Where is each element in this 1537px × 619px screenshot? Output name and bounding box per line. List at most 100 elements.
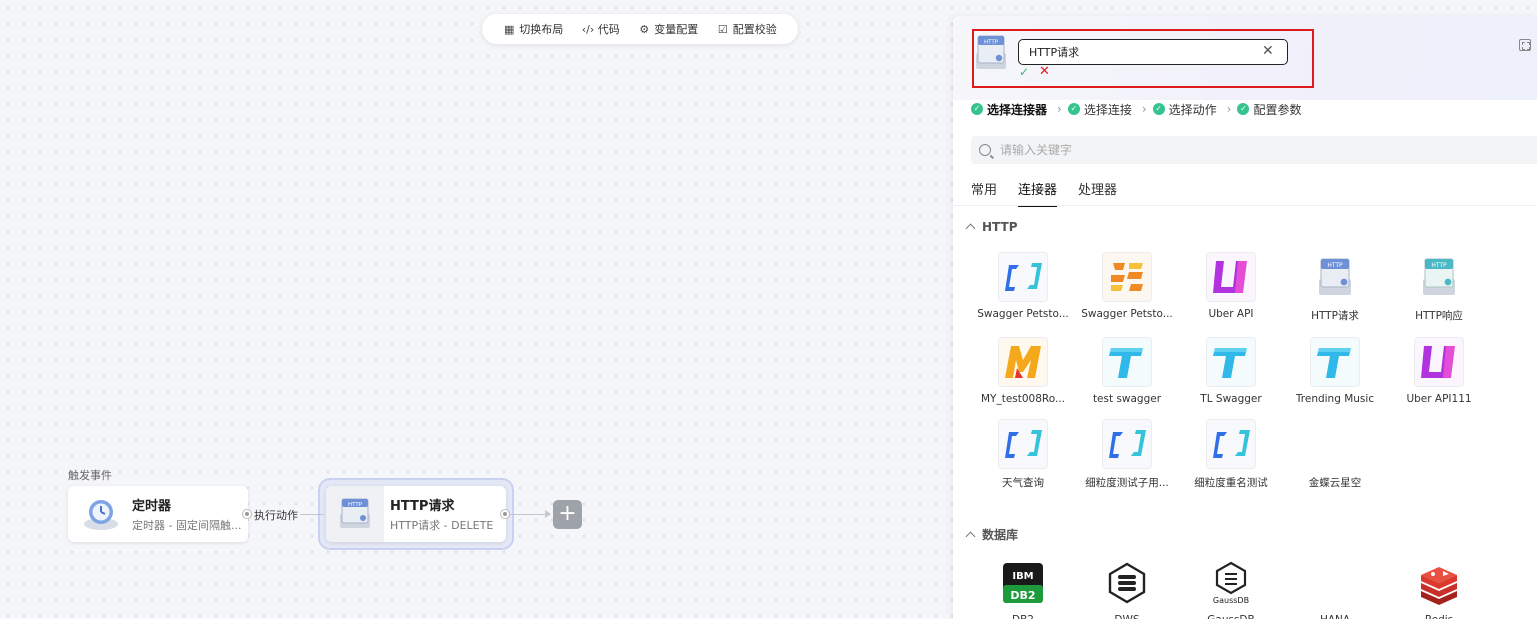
connector-name: MY_test008Ro...: [980, 393, 1065, 405]
canvas-toolbar: ▦ 切换布局 ‹/› 代码 ⚙ 变量配置 ☑ 配置校验: [482, 14, 798, 44]
redis-icon-logo-icon: [1414, 558, 1464, 608]
http-output-port[interactable]: [501, 510, 509, 518]
add-node-button[interactable]: +: [553, 500, 582, 529]
step-check-icon: ✓: [1152, 103, 1165, 115]
connector-name: Uber API111: [1406, 393, 1472, 405]
bracket-blue-logo-icon: [998, 419, 1048, 469]
connector-item[interactable]: Redis: [1387, 558, 1491, 619]
connector-item[interactable]: Uber API: [1179, 252, 1283, 323]
connector-name: Trending Music: [1295, 393, 1375, 405]
step-select-action[interactable]: ✓ 选择动作: [1152, 101, 1217, 118]
connector-item[interactable]: DWS: [1075, 558, 1179, 619]
t-cyan-logo-icon: [1310, 337, 1360, 387]
svg-text:HTTP: HTTP: [1327, 262, 1343, 269]
http-node-icon-text: HTTP: [348, 502, 363, 508]
timer-node[interactable]: 定时器 定时器 - 固定间隔触...: [68, 486, 248, 542]
tab-common[interactable]: 常用: [971, 179, 997, 207]
search-input[interactable]: [1000, 143, 1500, 157]
step-label: 选择动作: [1168, 102, 1217, 117]
timer-node-title: 定时器: [132, 499, 172, 514]
connector-name: TL Swagger: [1200, 393, 1262, 405]
config-validate-button[interactable]: ☑ 配置校验: [717, 21, 777, 37]
svg-text:DB2: DB2: [1010, 589, 1035, 602]
chevron-up-icon: [965, 531, 976, 541]
connector-item[interactable]: HTTP HTTP请求: [1283, 252, 1387, 323]
svg-text:HTTP: HTTP: [1431, 262, 1447, 269]
connector-item[interactable]: 细粒度测试子用...: [1075, 419, 1179, 490]
connector-item[interactable]: Swagger Petsto...: [971, 252, 1075, 323]
tabs-divider: [953, 205, 1537, 206]
highlight-box: [972, 29, 1314, 88]
connector-item[interactable]: IBM DB2 DB2: [971, 558, 1075, 619]
http-request-node[interactable]: HTTP HTTP请求 HTTP请求 - DELETE: [326, 486, 506, 542]
step-check-icon: ✓: [971, 103, 983, 115]
code-label: 代码: [597, 23, 620, 36]
switch-layout-button[interactable]: ▦ 切换布局: [503, 21, 563, 37]
step-label: 选择连接: [1083, 102, 1132, 117]
connector-name: 天气查询: [1002, 477, 1044, 489]
connector-name: Swagger Petsto...: [977, 308, 1069, 320]
connector-name: DB2: [1012, 614, 1034, 619]
connector-name: 金蝶云星空: [1308, 477, 1362, 489]
http-node-icon: HTTP: [326, 486, 384, 542]
layout-icon: ▦: [504, 22, 515, 36]
section-database-header[interactable]: 数据库: [965, 526, 1019, 543]
dws-icon-logo-icon: [1102, 558, 1152, 608]
code-icon: ‹/›: [581, 22, 595, 36]
search-icon: [979, 144, 991, 156]
step-select-connection[interactable]: ✓ 选择连接: [1067, 101, 1132, 118]
connector-item[interactable]: GaussDB GaussDB: [1179, 558, 1283, 619]
connector-name: 细粒度测试子用...: [1085, 477, 1169, 489]
connector-name: HTTP请求: [1311, 310, 1359, 322]
code-button[interactable]: ‹/› 代码: [582, 21, 620, 37]
timer-output-port[interactable]: [243, 510, 251, 518]
config-validate-label: 配置校验: [732, 23, 777, 36]
connector-item[interactable]: HTTP HTTP响应: [1387, 252, 1491, 323]
edge-arrow: [545, 510, 551, 518]
u-purple-logo-icon: [1414, 337, 1464, 387]
connector-item[interactable]: HANA: [1283, 558, 1387, 619]
step-check-icon: ✓: [1237, 103, 1250, 115]
tab-connectors[interactable]: 连接器: [1018, 179, 1058, 207]
expand-icon[interactable]: [1519, 39, 1531, 51]
connector-item[interactable]: Trending Music: [1283, 337, 1387, 405]
tab-processors[interactable]: 处理器: [1078, 179, 1117, 207]
step-select-connector[interactable]: ✓ 选择连接器: [971, 101, 1047, 118]
variable-config-button[interactable]: ⚙ 变量配置: [638, 21, 698, 37]
connector-name: DWS: [1114, 614, 1139, 619]
step-indicator: ✓ 选择连接器 › ✓ 选择连接 › ✓ 选择动作 › ✓ 配置参数: [971, 100, 1302, 118]
connector-name: HANA: [1320, 614, 1350, 619]
section-http-header[interactable]: HTTP: [965, 220, 1017, 234]
connector-item[interactable]: Uber API111: [1387, 337, 1491, 405]
connector-item[interactable]: test swagger: [1075, 337, 1179, 405]
timer-node-subtitle: 定时器 - 固定间隔触...: [132, 519, 242, 532]
blank-logo-icon: [1310, 419, 1360, 469]
http-request-logo-icon: HTTP: [1310, 252, 1360, 302]
http-node-title: HTTP请求: [390, 499, 455, 514]
switch-layout-label: 切换布局: [519, 23, 564, 36]
connector-item[interactable]: TL Swagger: [1179, 337, 1283, 405]
connector-item[interactable]: 细粒度重名测试: [1179, 419, 1283, 490]
m-orange-logo-icon: [998, 337, 1048, 387]
connector-item[interactable]: MY_test008Ro...: [971, 337, 1075, 405]
connector-item[interactable]: 金蝶云星空: [1283, 419, 1387, 490]
section-title: 数据库: [982, 528, 1019, 542]
bracket-blue-logo-icon: [1206, 419, 1256, 469]
step-config-params[interactable]: ✓ 配置参数: [1237, 101, 1302, 118]
search-box: [971, 136, 1537, 164]
svg-text:GaussDB: GaussDB: [1213, 596, 1249, 605]
bracket-blue-logo-icon: [1102, 419, 1152, 469]
connector-name: HTTP响应: [1415, 310, 1463, 322]
connector-name: Uber API: [1208, 308, 1254, 320]
edge-line-2: [510, 514, 546, 515]
gear-icon: ⚙: [639, 22, 650, 36]
svg-text:IBM: IBM: [1012, 571, 1033, 582]
gaussdb-icon-logo-icon: GaussDB: [1206, 558, 1256, 608]
variable-config-label: 变量配置: [654, 23, 699, 36]
connector-item[interactable]: Swagger Petsto...: [1075, 252, 1179, 323]
connector-panel: HTTP ✕ ✓ ✕ ✓ 选择连接器 › ✓ 选择连接 › ✓ 选择动作 › ✓…: [953, 16, 1537, 619]
chevron-up-icon: [965, 223, 976, 234]
http-response-logo-icon: HTTP: [1414, 252, 1464, 302]
connector-item[interactable]: 天气查询: [971, 419, 1075, 490]
connector-name: GaussDB: [1207, 614, 1254, 619]
